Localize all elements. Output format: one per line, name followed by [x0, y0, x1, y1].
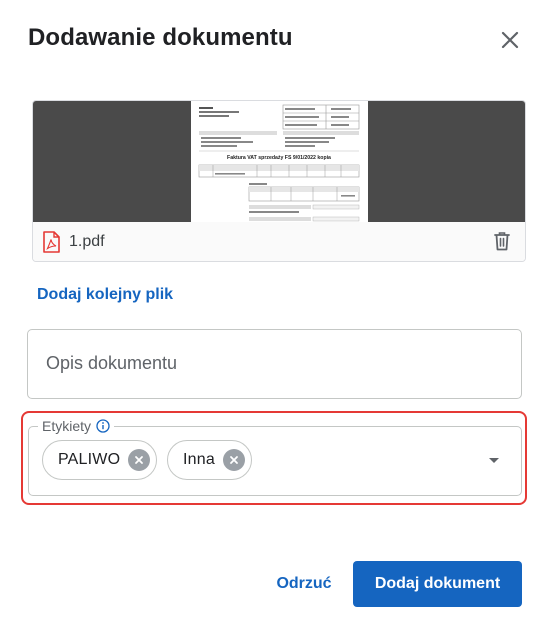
tag-chip-label: PALIWO [58, 451, 121, 468]
tags-label-group: Etykiety [38, 417, 115, 435]
tag-chip-label: Inna [183, 451, 215, 468]
caret-down-icon [489, 458, 499, 463]
tag-remove-button[interactable] [222, 449, 245, 471]
dialog-title: Dodawanie dokumentu [28, 24, 293, 51]
close-icon [501, 31, 519, 49]
document-preview[interactable]: Faktura VAT sprzedaży FS 9/01/2022 kopia [33, 101, 525, 222]
tag-chip[interactable]: PALIWO [42, 440, 158, 480]
tag-chip[interactable]: Inna [167, 440, 252, 480]
add-document-dialog: Dodawanie dokumentu Faktura VAT sprzedaż… [0, 0, 548, 626]
file-card: Faktura VAT sprzedaży FS 9/01/2022 kopia [32, 100, 526, 262]
tag-remove-button[interactable] [128, 449, 151, 471]
preview-heading: Faktura VAT sprzedaży FS 9/01/2022 kopia [227, 155, 331, 161]
delete-file-button[interactable] [491, 230, 513, 257]
tags-label: Etykiety [42, 418, 92, 434]
tags-dropdown-toggle[interactable] [484, 450, 504, 470]
discard-button[interactable]: Odrzuć [268, 562, 340, 606]
trash-icon [494, 232, 510, 251]
close-icon [230, 456, 238, 464]
pdf-file-icon [41, 231, 61, 258]
document-description-field[interactable] [27, 329, 522, 399]
add-another-file-link[interactable]: Dodaj kolejny plik [37, 286, 173, 304]
file-name: 1.pdf [69, 233, 105, 250]
document-description-input[interactable] [44, 352, 498, 375]
info-icon[interactable] [96, 419, 110, 433]
file-info-row: 1.pdf [33, 222, 525, 261]
pdf-page-thumbnail: Faktura VAT sprzedaży FS 9/01/2022 kopia [191, 101, 368, 222]
close-button[interactable] [494, 24, 526, 56]
add-document-button[interactable]: Dodaj dokument [353, 561, 522, 607]
close-icon [135, 456, 144, 464]
